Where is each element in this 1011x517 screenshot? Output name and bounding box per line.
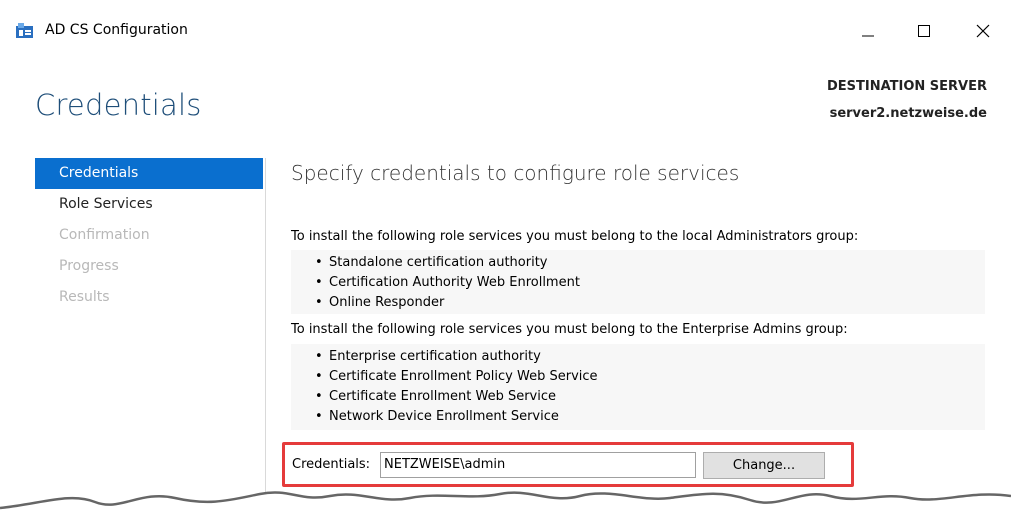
list-item: Certification Authority Web Enrollment	[315, 273, 985, 293]
credentials-label: Credentials:	[292, 457, 371, 472]
list-item: Certificate Enrollment Policy Web Servic…	[315, 367, 985, 387]
sidebar-item-credentials[interactable]: Credentials	[35, 158, 263, 189]
sidebar-item-role-services[interactable]: Role Services	[35, 189, 263, 220]
change-credentials-button[interactable]: Change...	[703, 452, 825, 479]
local-admins-text: To install the following role services y…	[291, 229, 859, 244]
title-bar: AD CS Configuration	[0, 0, 1011, 62]
destination-server-name: server2.netzweise.de	[829, 106, 987, 121]
ad-cs-configuration-window: AD CS Configuration Credentials DESTINAT…	[0, 0, 1011, 517]
list-item: Standalone certification authority	[315, 253, 985, 273]
close-icon	[976, 23, 990, 42]
enterprise-admins-services-list: Enterprise certification authority Certi…	[291, 344, 985, 430]
maximize-icon	[917, 23, 931, 42]
minimize-button[interactable]	[845, 14, 891, 50]
destination-server-label: DESTINATION SERVER	[826, 79, 987, 94]
list-item: Network Device Enrollment Service	[315, 407, 985, 427]
sidebar-item-confirmation: Confirmation	[59, 227, 150, 243]
list-item: Certificate Enrollment Web Service	[315, 387, 985, 407]
server-manager-app-icon	[15, 22, 35, 40]
list-item: Enterprise certification authority	[315, 347, 985, 367]
minimize-icon	[861, 23, 875, 42]
close-button[interactable]	[960, 14, 1006, 50]
nav-divider	[265, 158, 266, 503]
window-title: AD CS Configuration	[45, 22, 188, 38]
wizard-navigation: Credentials Role Services Confirmation P…	[35, 158, 263, 313]
local-admins-services-list: Standalone certification authority Certi…	[291, 250, 985, 314]
maximize-button[interactable]	[901, 14, 947, 50]
sidebar-item-results: Results	[59, 289, 110, 305]
torn-edge-decoration	[0, 491, 1011, 517]
list-item: Online Responder	[315, 293, 985, 313]
page-title: Credentials	[35, 88, 202, 122]
credentials-field[interactable]: NETZWEISE\admin	[380, 452, 696, 478]
enterprise-admins-text: To install the following role services y…	[291, 322, 848, 337]
sidebar-item-progress: Progress	[59, 258, 119, 274]
content-heading: Specify credentials to configure role se…	[291, 161, 740, 185]
